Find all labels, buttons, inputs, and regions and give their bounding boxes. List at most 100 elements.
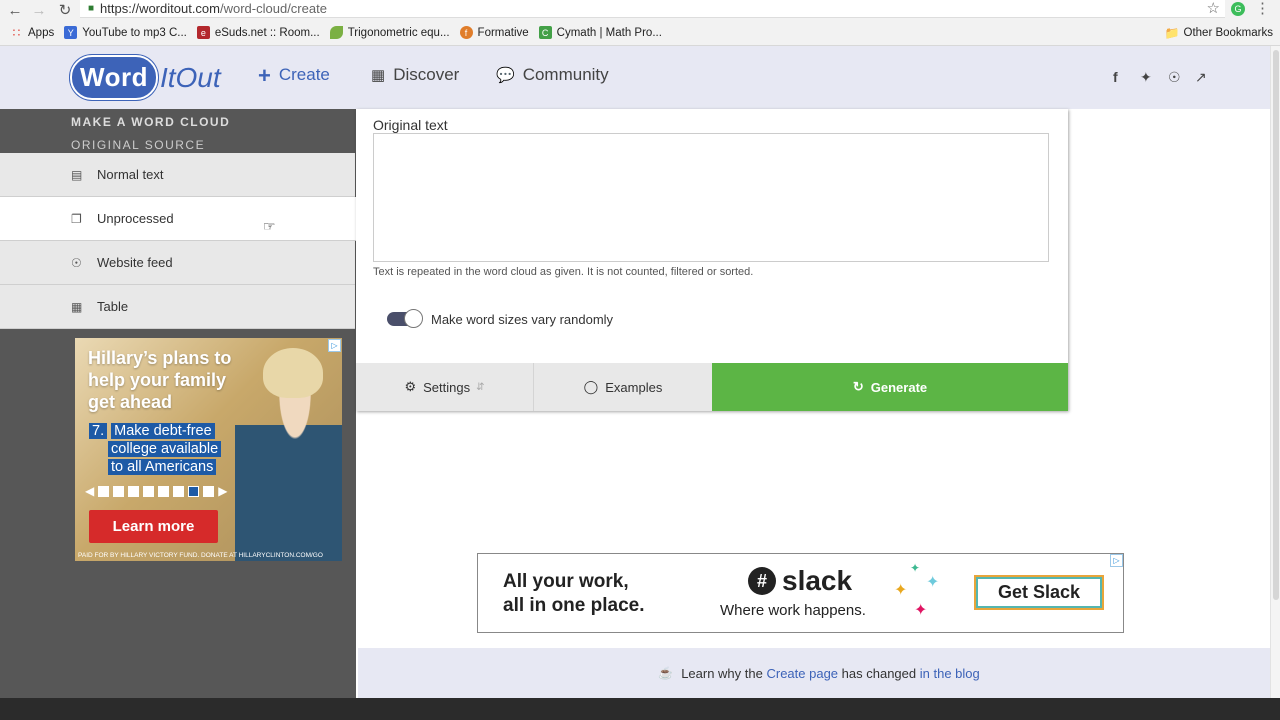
bookmark-label: Trigonometric equ... — [347, 26, 450, 39]
slide-dot[interactable] — [158, 485, 170, 497]
sidebar-heading: MAKE A WORD CLOUD ORIGINAL SOURCE — [0, 109, 356, 154]
ad-portrait-hair — [263, 348, 323, 398]
slide-dot[interactable] — [98, 485, 110, 497]
facebook-icon[interactable]: f — [1113, 69, 1118, 85]
examples-button[interactable]: ◯ Examples — [534, 363, 712, 411]
bookmark-label: YouTube to mp3 C... — [82, 26, 187, 39]
ad-slide-dots[interactable]: ◀ ▶ — [85, 484, 227, 498]
folder-icon: 📁 — [1164, 26, 1180, 40]
sidebar-item-unprocessed[interactable]: ❐ Unprocessed — [0, 197, 356, 241]
sparkle-icon: ✦ — [914, 602, 928, 619]
banner-ad[interactable]: All your work, all in one place. # slack… — [477, 553, 1124, 633]
generate-label: Generate — [870, 379, 928, 395]
get-slack-button[interactable]: Get Slack — [974, 575, 1104, 610]
original-text-input[interactable] — [373, 133, 1049, 262]
adchoices-icon[interactable]: ▷ — [328, 339, 341, 352]
prev-arrow-icon[interactable]: ◀ — [85, 484, 94, 498]
learn-more-button[interactable]: Learn more — [89, 510, 218, 543]
table-icon: ▦ — [71, 299, 83, 314]
settings-label: Settings — [423, 379, 471, 395]
slack-logo: # slack — [748, 565, 852, 597]
slide-dot[interactable] — [203, 485, 215, 497]
slide-dot[interactable] — [143, 485, 155, 497]
create-page-link[interactable]: Create page — [766, 666, 838, 681]
generate-button[interactable]: ↻ Generate — [712, 363, 1068, 411]
sparkle-icon: ✦ — [910, 561, 921, 575]
slide-dot[interactable] — [128, 485, 140, 497]
share-icon[interactable]: ↗ — [1195, 69, 1207, 86]
sidebar-subtitle: ORIGINAL SOURCE — [71, 138, 206, 152]
forward-icon[interactable]: → — [28, 0, 50, 20]
slack-brand: slack — [782, 565, 853, 596]
sidebar-item-normal-text[interactable]: ▤ Normal text — [0, 153, 355, 197]
source-panel: Original text Text is repeated in the wo… — [356, 109, 1068, 411]
ad-point-line1: Make debt-free — [111, 423, 215, 439]
random-size-label: Make word sizes vary randomly — [431, 312, 614, 327]
rss-icon[interactable]: ☉ — [1168, 69, 1181, 86]
bookmark-label: Apps — [28, 26, 55, 39]
nav-create[interactable]: + Create — [258, 62, 330, 88]
slide-dot-active[interactable] — [188, 485, 200, 497]
menu-icon[interactable]: ⋮ — [1255, 0, 1270, 18]
scrollbar-thumb[interactable] — [1273, 50, 1279, 600]
bookmark-label: Cymath | Math Pro... — [556, 26, 662, 39]
page-scrollbar[interactable] — [1270, 46, 1280, 698]
document-icon: ▤ — [71, 167, 83, 182]
bookmark-apps[interactable]: ∷ Apps — [10, 26, 55, 40]
sidebar-item-label: Unprocessed — [97, 211, 174, 226]
extension-icon[interactable]: G — [1231, 2, 1245, 16]
ad-tagline-line1: All your work, — [503, 571, 629, 592]
grid-icon: ▦ — [371, 67, 386, 84]
bookmark-esuds[interactable]: e eSuds.net :: Room... — [196, 26, 320, 39]
ad-point-line3: to all Americans — [108, 459, 217, 475]
settings-button[interactable]: ⚙ Settings ⇵ — [356, 363, 534, 411]
original-text-label: Original text — [373, 117, 448, 133]
logo-itout: ItOut — [159, 61, 221, 93]
random-size-toggle[interactable] — [387, 309, 423, 328]
original-text-hint: Text is repeated in the word cloud as gi… — [373, 266, 754, 278]
back-icon[interactable]: ← — [4, 0, 26, 20]
twitter-icon[interactable]: ✦ — [1140, 69, 1152, 86]
url-path: /word-cloud/create — [220, 1, 327, 16]
leaf-icon — [329, 26, 343, 39]
bookmark-label: eSuds.net :: Room... — [214, 26, 320, 39]
ad-tagline: All your work, all in one place. — [503, 570, 645, 618]
bottom-bar — [0, 698, 1280, 720]
slide-dot[interactable] — [173, 485, 185, 497]
ad-point-line2: college available — [108, 441, 222, 457]
bookmark-youtube-mp3[interactable]: Y YouTube to mp3 C... — [64, 26, 187, 39]
sidebar-item-table[interactable]: ▦ Table — [0, 285, 355, 329]
toggle-knob — [404, 309, 423, 328]
nav-discover[interactable]: ▦ Discover — [371, 65, 459, 85]
plus-icon: + — [258, 62, 271, 88]
examples-label: Examples — [605, 379, 663, 395]
bookmark-formative[interactable]: f Formative — [459, 26, 529, 39]
sidebar-ad[interactable]: Hillary’s plans to help your family get … — [75, 338, 342, 561]
other-bookmarks-label: Other Bookmarks — [1183, 27, 1273, 39]
youtube-icon: Y — [64, 26, 78, 39]
nav-community-label: Community — [522, 65, 609, 84]
blog-notice-mid: has changed — [841, 665, 917, 681]
reload-icon[interactable]: ↻ — [54, 0, 76, 20]
blog-link[interactable]: in the blog — [920, 666, 980, 681]
bookmark-label: Formative — [477, 26, 529, 39]
ad-disclaimer: PAID FOR BY HILLARY VICTORY FUND. DONATE… — [78, 552, 323, 559]
bookmark-star-icon[interactable]: ☆ — [1207, 0, 1220, 18]
blog-notice: ☕ Learn why the Create page has changed … — [358, 648, 1280, 698]
address-bar[interactable]: ■ https://worditout.com/word-cloud/creat… — [80, 0, 1225, 18]
sidebar-item-label: Normal text — [97, 167, 164, 182]
slide-dot[interactable] — [113, 485, 125, 497]
slack-subtitle: Where work happens. — [720, 602, 866, 619]
nav-discover-label: Discover — [393, 65, 460, 84]
nav-community[interactable]: 💬 Community — [496, 65, 609, 85]
ad-headline: Hillary’s plans to help your family get … — [88, 348, 232, 412]
adchoices-icon[interactable]: ▷ — [1110, 554, 1123, 567]
worditout-logo[interactable]: Word ItOut — [70, 54, 221, 101]
bookmark-cymath[interactable]: C Cymath | Math Pro... — [538, 26, 662, 39]
next-arrow-icon[interactable]: ▶ — [218, 484, 227, 498]
bookmark-trig[interactable]: Trigonometric equ... — [329, 26, 450, 39]
sidebar-item-label: Website feed — [97, 255, 173, 270]
copy-icon: ❐ — [71, 211, 82, 226]
sidebar-item-website-feed[interactable]: ☉ Website feed — [0, 241, 355, 285]
other-bookmarks[interactable]: 📁 Other Bookmarks — [1164, 20, 1273, 46]
